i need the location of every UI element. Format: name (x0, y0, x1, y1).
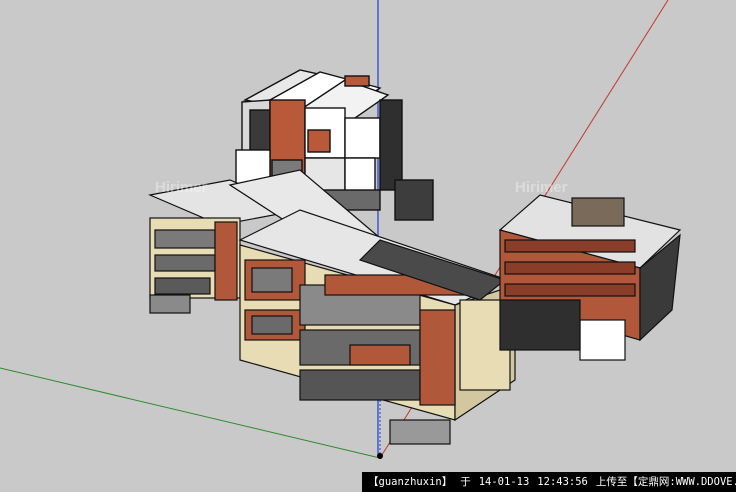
sketchup-viewport[interactable]: Hirimer Hirimer (0, 0, 736, 492)
watermark-left: Hirimer (155, 179, 208, 196)
model-origin (377, 453, 383, 459)
watermark-right: Hirimer (515, 179, 568, 196)
caption-date: 14-01-13 (478, 476, 530, 488)
building-right[interactable] (498, 194, 682, 361)
upload-caption-bar: 【guanzhuxin】于 14-01-13 12:43:56 上传至【定鼎网:WWW… (362, 472, 736, 492)
caption-at: 于 (460, 476, 471, 488)
caption-time: 12:43:56 (537, 476, 588, 488)
caption-upload: 上传至【定鼎网:WWW.DDOVE.COM】 (595, 476, 736, 488)
caption-user: 【guanzhuxin】 (368, 476, 453, 488)
